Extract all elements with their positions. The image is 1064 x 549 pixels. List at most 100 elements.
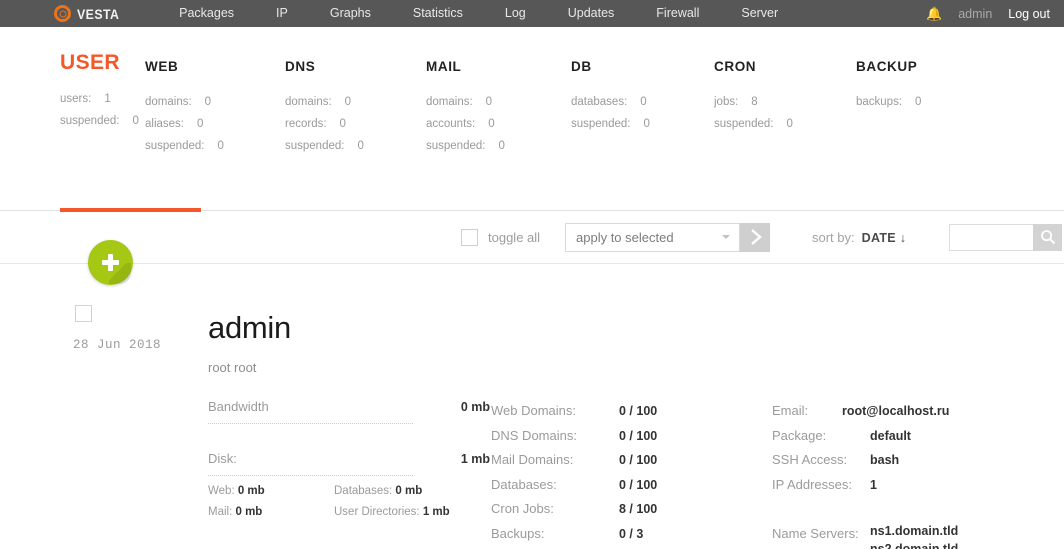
disk-web: Web: 0 mb (208, 485, 334, 497)
apply-go-button[interactable] (740, 222, 770, 252)
stat-line: suspended: 0 (60, 110, 145, 132)
chevron-right-icon (750, 229, 762, 245)
stat-col-dns[interactable]: DNS domains: 0 records: 0 suspended: 0 (285, 59, 426, 157)
counter-label: Databases: (491, 476, 557, 492)
logout-link[interactable]: Log out (1008, 7, 1050, 21)
disk-mail-label: Mail: (208, 506, 233, 518)
stat-title-web[interactable]: WEB (145, 59, 285, 74)
stat-value: 0 (485, 96, 493, 108)
counter-cron-jobs: Cron Jobs: 8 / 100 (491, 497, 772, 522)
nav-item-packages[interactable]: Packages (158, 0, 255, 27)
disk-databases-label: Databases: (334, 485, 393, 497)
stat-label: accounts: (426, 118, 476, 130)
counters-column: Web Domains: 0 / 100 DNS Domains: 0 / 10… (491, 399, 772, 549)
stat-label: suspended: (285, 140, 345, 152)
apply-to-selected-group: apply to selected (565, 222, 770, 252)
sort-by-control[interactable]: sort by: DATE ↓ (812, 230, 906, 245)
stat-title-user[interactable]: USER (60, 51, 145, 75)
meta-package-value: default (870, 428, 911, 443)
stat-title-dns[interactable]: DNS (285, 59, 426, 74)
stat-col-user[interactable]: USER users: 1 suspended: 0 (0, 51, 145, 157)
stat-label: domains: (145, 96, 192, 108)
meta-nameservers-label: Name Servers: (772, 526, 859, 541)
plus-icon (102, 254, 119, 271)
stat-value: 0 (132, 115, 139, 127)
counter-dns-domains: DNS Domains: 0 / 100 (491, 424, 772, 449)
stat-label: suspended: (60, 115, 120, 127)
stat-col-mail[interactable]: MAIL domains: 0 accounts: 0 suspended: 0 (426, 59, 571, 157)
stats-panel: USER users: 1 suspended: 0 WEB domains: … (0, 27, 1064, 212)
disk-divider (208, 475, 413, 476)
stat-title-backup[interactable]: BACKUP (856, 59, 921, 74)
search-input[interactable] (949, 223, 1033, 251)
nav-item-firewall[interactable]: Firewall (635, 0, 720, 27)
nav-item-server[interactable]: Server (720, 0, 799, 27)
table-row: admin root root Bandwidth 0 mb Disk: 1 m… (0, 264, 1064, 549)
apply-to-selected-value: apply to selected (576, 229, 674, 245)
disk-databases-value: 0 mb (395, 485, 423, 497)
meta-spacer (772, 497, 958, 522)
stat-label: domains: (285, 96, 332, 108)
stat-col-cron[interactable]: CRON jobs: 8 suspended: 0 (714, 59, 856, 157)
nav-item-statistics[interactable]: Statistics (392, 0, 484, 27)
counter-label: Mail Domains: (491, 452, 574, 467)
nav-item-log[interactable]: Log (484, 0, 547, 27)
stat-value: 0 (344, 96, 352, 108)
stat-line: records: 0 (285, 113, 426, 135)
brand-logo-link[interactable]: VESTA (54, 5, 125, 22)
stats-row: USER users: 1 suspended: 0 WEB domains: … (0, 27, 1064, 157)
stat-line: aliases: 0 (145, 113, 285, 135)
stat-label: suspended: (571, 118, 631, 130)
disk-label[interactable]: Disk: (208, 451, 237, 466)
stat-col-db[interactable]: DB databases: 0 suspended: 0 (571, 59, 714, 157)
meta-ip: IP Addresses: 1 (772, 473, 958, 498)
nav-item-graphs[interactable]: Graphs (309, 0, 392, 27)
vesta-ring-icon (54, 5, 71, 22)
apply-to-selected-select[interactable]: apply to selected (565, 222, 740, 252)
bandwidth-label[interactable]: Bandwidth (208, 399, 269, 414)
nav-user-label[interactable]: admin (958, 7, 992, 21)
stat-value: 0 (915, 96, 922, 108)
disk-breakdown-row: Web: 0 mb Databases: 0 mb (208, 485, 491, 497)
stat-label: users: (60, 93, 92, 105)
add-user-button[interactable] (88, 240, 133, 285)
counter-label: DNS Domains: (491, 427, 577, 443)
stat-label: databases: (571, 96, 628, 108)
user-fullname: root root (208, 360, 257, 375)
nav-item-ip[interactable]: IP (255, 0, 309, 27)
stat-title-cron[interactable]: CRON (714, 59, 856, 74)
disk-mail: Mail: 0 mb (208, 506, 334, 518)
stat-title-db[interactable]: DB (571, 59, 714, 74)
search-button[interactable] (1033, 223, 1062, 251)
search-group (949, 223, 1062, 251)
toggle-all-checkbox[interactable] (461, 228, 478, 246)
stat-value: 0 (498, 140, 505, 152)
stat-label: jobs: (714, 96, 739, 108)
row-select-checkbox[interactable] (75, 305, 92, 322)
disk-web-label: Web: (208, 485, 235, 497)
sort-by-value[interactable]: DATE ↓ (862, 231, 907, 245)
meta-ssh-label: SSH Access: (772, 452, 848, 467)
stat-title-mail[interactable]: MAIL (426, 59, 571, 74)
meta-nameservers-values: ns1.domain.tld ns2.domain.tld (870, 522, 958, 549)
bell-icon[interactable]: 🔔 (926, 7, 942, 20)
stat-value: 0 (643, 118, 650, 130)
brand-label: VESTA (77, 5, 120, 22)
toggle-all-control[interactable]: toggle all (461, 228, 540, 246)
stat-line: backups: 0 (856, 91, 921, 113)
disk-userdirs: User Directories: 1 mb (334, 506, 450, 518)
stat-col-web[interactable]: WEB domains: 0 aliases: 0 suspended: 0 (145, 59, 285, 157)
nameserver-2: ns2.domain.tld (870, 542, 959, 549)
user-name[interactable]: admin (208, 312, 1064, 343)
counter-value: 8 / 100 (619, 502, 658, 516)
stat-label: suspended: (145, 140, 205, 152)
stat-value: 0 (786, 118, 793, 130)
user-list: 28 Jun 2018 admin root root Bandwidth 0 … (0, 240, 1064, 549)
counter-web-domains: Web Domains: 0 / 100 (491, 399, 772, 424)
stat-col-backup[interactable]: BACKUP backups: 0 (856, 59, 921, 157)
nav-item-updates[interactable]: Updates (547, 0, 636, 27)
stat-line: domains: 0 (145, 91, 285, 113)
meta-email-label: Email: (772, 403, 809, 418)
disk-breakdown-row: Mail: 0 mb User Directories: 1 mb (208, 506, 491, 518)
counter-label: Web Domains: (491, 403, 577, 418)
